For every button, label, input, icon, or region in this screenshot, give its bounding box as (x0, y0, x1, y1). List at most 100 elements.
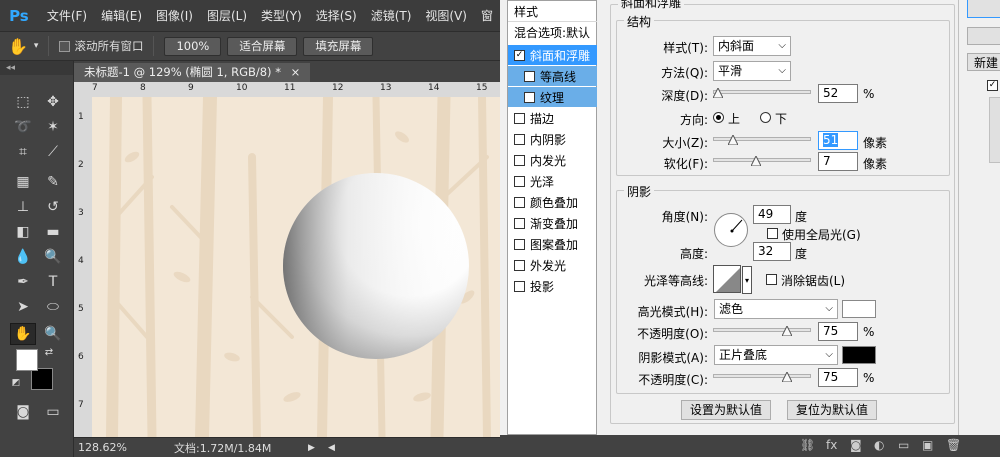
pen-tool-icon[interactable]: ✒ (10, 271, 36, 293)
anti-aliased-checkbox[interactable] (766, 274, 777, 285)
stroke-checkbox[interactable] (514, 112, 525, 124)
list-item-inner-glow[interactable]: 内发光 (508, 150, 597, 170)
fill-screen-button[interactable]: 填充屏幕 (303, 36, 374, 56)
status-menu-arrow-icon[interactable]: ▶ (308, 443, 315, 453)
soften-input[interactable]: 7 (818, 152, 858, 171)
foreground-color-swatch[interactable] (16, 349, 38, 371)
background-color-swatch[interactable] (31, 368, 53, 390)
color-overlay-checkbox[interactable] (514, 196, 525, 208)
menu-file[interactable]: 文件(F) (40, 7, 94, 24)
bevel-emboss-checkbox[interactable]: ✓ (514, 49, 525, 61)
adjustment-icon[interactable]: ◐ (874, 438, 884, 452)
list-item-outer-glow[interactable]: 外发光 (508, 255, 597, 275)
blur-tool-icon[interactable]: 💧 (10, 246, 36, 268)
hand-tool-icon[interactable]: ✋ (10, 323, 36, 345)
highlight-mode-select[interactable]: 滤色 ⌵ (714, 299, 838, 319)
magic-wand-tool-icon[interactable]: ✶ (40, 116, 66, 138)
link-icon[interactable]: ⛓ (800, 438, 815, 452)
shadow-opacity-input[interactable]: 75 (818, 368, 858, 387)
depth-slider[interactable] (713, 90, 811, 94)
list-item-drop-shadow[interactable]: 投影 (508, 276, 597, 296)
screen-mode-icon[interactable]: ▭ (40, 401, 66, 423)
menu-window[interactable]: 窗 (474, 7, 500, 24)
size-slider-thumb[interactable] (727, 135, 738, 145)
eraser-tool-icon[interactable]: ◧ (10, 221, 36, 243)
hand-tool-icon[interactable]: ✋ (8, 37, 28, 56)
preview-checkbox[interactable]: ✓ (987, 80, 998, 91)
reset-default-button[interactable]: 复位为默认值 (787, 400, 877, 420)
zoom-100-button[interactable]: 100% (164, 36, 222, 56)
shadow-opacity-slider-thumb[interactable] (781, 372, 792, 382)
list-item-blending-options[interactable]: 混合选项:默认 (508, 22, 597, 42)
gradient-overlay-checkbox[interactable] (514, 217, 525, 229)
new-style-button[interactable]: 新建 (967, 53, 1000, 71)
brush-tool-icon[interactable]: ✎ (40, 171, 66, 193)
make-default-button[interactable]: 设置为默认值 (681, 400, 771, 420)
highlight-opacity-slider[interactable] (713, 328, 811, 332)
gloss-contour-preview[interactable] (713, 265, 741, 293)
soften-slider[interactable] (713, 158, 811, 162)
outer-glow-checkbox[interactable] (514, 259, 525, 271)
default-colors-icon[interactable]: ◩ (10, 377, 22, 389)
list-item-color-overlay[interactable]: 颜色叠加 (508, 192, 597, 212)
list-item-inner-shadow[interactable]: 内阴影 (508, 129, 597, 149)
list-item-bevel-emboss[interactable]: ✓ 斜面和浮雕 (508, 45, 597, 65)
scroll-all-windows-checkbox[interactable] (59, 40, 71, 52)
dodge-tool-icon[interactable]: 🔍 (40, 246, 66, 268)
ok-button[interactable] (967, 0, 1000, 18)
close-tab-icon[interactable]: × (291, 65, 301, 79)
direction-down-radio[interactable] (760, 112, 771, 123)
size-input[interactable]: 51 (818, 131, 858, 150)
angle-dial[interactable] (714, 213, 748, 247)
list-item-contour[interactable]: 等高线 (508, 66, 597, 86)
crop-tool-icon[interactable]: ⌗ (10, 141, 36, 163)
menu-filter[interactable]: 滤镜(T) (364, 7, 419, 24)
ellipse-tool-icon[interactable]: ⬭ (40, 296, 66, 318)
style-select[interactable]: 内斜面 ⌵ (713, 36, 791, 56)
fit-screen-button[interactable]: 适合屏幕 (227, 36, 298, 56)
folder-icon[interactable]: ▭ (898, 438, 909, 452)
document-canvas[interactable] (92, 97, 500, 437)
menu-edit[interactable]: 编辑(E) (94, 7, 149, 24)
texture-checkbox[interactable] (524, 91, 535, 103)
tool-preset-dropdown-icon[interactable]: ▾ (34, 41, 39, 51)
contour-dropdown-icon[interactable]: ▾ (742, 266, 752, 294)
depth-slider-thumb[interactable] (713, 88, 724, 98)
contour-checkbox[interactable] (524, 70, 535, 82)
marquee-tool-icon[interactable]: ⬚ (10, 91, 36, 113)
quick-mask-icon[interactable]: ◙ (10, 401, 36, 423)
document-tab[interactable]: 未标题-1 @ 129% (椭圆 1, RGB/8) * × (74, 63, 311, 82)
eyedropper-tool-icon[interactable]: ⟋ (40, 141, 66, 163)
list-item-stroke[interactable]: 描边 (508, 108, 597, 128)
new-layer-icon[interactable]: ▣ (922, 438, 933, 452)
trash-icon[interactable]: 🗑 (946, 438, 961, 452)
fx-icon[interactable]: fx (826, 438, 837, 452)
mask-icon[interactable]: ◙ (850, 438, 862, 452)
zoom-tool-icon[interactable]: 🔍 (40, 323, 66, 345)
menu-layer[interactable]: 图层(L) (200, 7, 254, 24)
soften-slider-thumb[interactable] (750, 156, 761, 166)
technique-select[interactable]: 平滑 ⌵ (713, 61, 791, 81)
list-item-gradient-overlay[interactable]: 渐变叠加 (508, 213, 597, 233)
direction-up-radio[interactable] (713, 112, 724, 123)
type-tool-icon[interactable]: T (40, 271, 66, 293)
move-tool-icon[interactable]: ✥ (40, 91, 66, 113)
highlight-opacity-input[interactable]: 75 (818, 322, 858, 341)
menu-select[interactable]: 选择(S) (309, 7, 364, 24)
global-light-checkbox[interactable] (767, 228, 778, 239)
highlight-color-swatch[interactable] (842, 300, 876, 318)
swap-colors-icon[interactable]: ⇄ (42, 345, 56, 359)
pattern-overlay-checkbox[interactable] (514, 238, 525, 250)
altitude-input[interactable]: 32 (753, 242, 791, 261)
path-selection-tool-icon[interactable]: ➤ (10, 296, 36, 318)
inner-shadow-checkbox[interactable] (514, 133, 525, 145)
list-item-texture[interactable]: 纹理 (508, 87, 597, 107)
highlight-opacity-slider-thumb[interactable] (781, 326, 792, 336)
list-header-styles[interactable]: 样式 (508, 1, 597, 21)
shadow-opacity-slider[interactable] (713, 374, 811, 378)
tools-panel-collapse[interactable]: ◂◂ (0, 61, 73, 75)
list-item-satin[interactable]: 光泽 (508, 171, 597, 191)
menu-type[interactable]: 类型(Y) (254, 7, 309, 24)
menu-view[interactable]: 视图(V) (418, 7, 474, 24)
healing-brush-tool-icon[interactable]: ▦ (10, 171, 36, 193)
